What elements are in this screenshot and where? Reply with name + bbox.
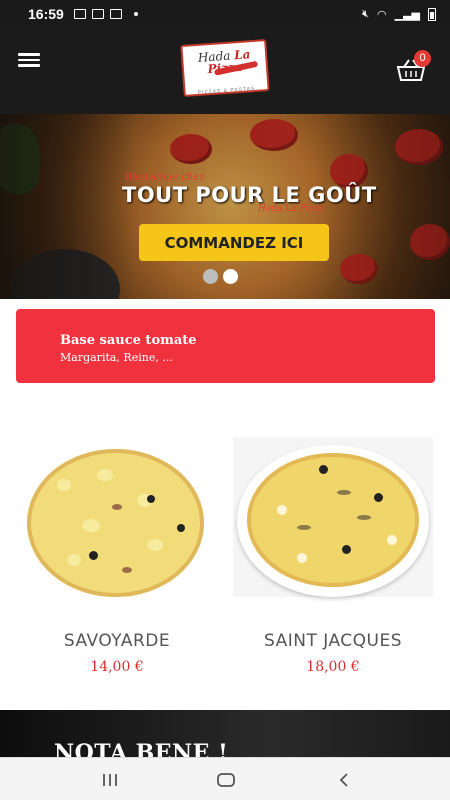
mute-icon: 🔇︎ [362, 7, 369, 20]
gallery-icon [73, 9, 86, 19]
product-card-saint-jacques[interactable]: SAINT JACQUES 18,00 € [233, 437, 433, 675]
hero-brand-text: Hada La Pizza [258, 204, 324, 214]
mail-icon [109, 9, 122, 19]
carousel-dot[interactable] [203, 269, 218, 284]
system-icons: 🔇︎ ◠ ▁▃▅ [362, 7, 436, 21]
wifi-icon: ◠ [377, 8, 387, 21]
home-button[interactable] [206, 768, 246, 792]
logo-subtitle: PIZZAS & PASTAS [197, 85, 256, 96]
product-name: SAINT JACQUES [263, 631, 403, 651]
category-subtitle: Margarita, Reine, ... [60, 351, 173, 364]
hero-banner[interactable]: Bienvenue chez TOUT POUR LE GOÛT Hada La… [0, 114, 450, 299]
status-time: 16:59 [28, 6, 64, 22]
recent-apps-icon [103, 774, 117, 786]
product-name: SAVOYARDE [63, 631, 171, 651]
carousel-dots [203, 269, 238, 284]
notification-icons [73, 9, 138, 19]
logo[interactable]: Hada La Pizza PIZZAS & PASTAS [180, 39, 270, 97]
battery-icon [428, 7, 436, 21]
cart-count-badge: 0 [414, 50, 431, 67]
laptop-icon [91, 9, 104, 19]
menu-button[interactable] [18, 53, 40, 69]
category-title: Base sauce tomate [60, 333, 197, 348]
hamburger-icon [18, 53, 40, 56]
hero-title: TOUT POUR LE GOÛT [122, 183, 377, 207]
back-icon [339, 773, 348, 787]
status-bar: 16:59 🔇︎ ◠ ▁▃▅ [0, 0, 450, 28]
nota-bene-section: NOTA BENE ! [0, 710, 450, 757]
signal-icon: ▁▃▅ [394, 8, 420, 21]
hero-welcome-text: Bienvenue chez [125, 172, 205, 183]
product-image [233, 437, 433, 597]
order-here-button[interactable]: COMMANDEZ ICI [139, 224, 329, 261]
recent-apps-button[interactable] [90, 768, 130, 792]
carousel-dot-active[interactable] [223, 269, 238, 284]
nota-bene-title: NOTA BENE ! [54, 740, 229, 757]
back-button[interactable] [324, 768, 364, 792]
app-header: Hada La Pizza PIZZAS & PASTAS 0 [0, 28, 450, 114]
product-card-savoyarde[interactable]: SAVOYARDE 14,00 € [17, 437, 217, 675]
system-nav-bar [0, 757, 450, 800]
category-card-tomato-base[interactable]: Base sauce tomate Margarita, Reine, ... [16, 309, 435, 383]
home-icon [217, 773, 235, 787]
product-image [17, 437, 217, 597]
cart-button[interactable]: 0 [396, 50, 431, 81]
more-notifications-icon [133, 12, 138, 16]
product-price: 18,00 € [306, 659, 360, 675]
product-price: 14,00 € [90, 659, 144, 675]
